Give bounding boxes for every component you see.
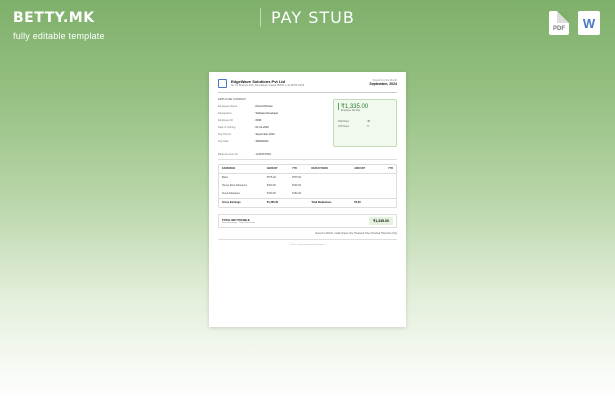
page-title: PAY STUB — [260, 8, 355, 27]
detail-row: Pay Date : 30/09/2024 — [218, 138, 333, 145]
detail-value: : 30/09/2024 — [254, 140, 269, 143]
table-total-row: Gross Earnings ₹1,335.00 Total Deductions ₹… — [219, 198, 396, 207]
table-row: House Rent Allowance ₹200.00 ₹200.00 — [219, 182, 396, 190]
detail-key: Employee Name — [218, 105, 238, 108]
employee-details: Employee Name : Ahmed Rizwan Designation : … — [218, 103, 333, 145]
payslip-preview: EdgeWave Solutions Pvt Ltd No. 12, Busin… — [209, 72, 406, 327]
company-address: No. 12, Business Park, Ahmedabad, Gujara… — [231, 85, 305, 87]
company-logo-icon — [218, 79, 227, 88]
table-cell — [377, 199, 393, 207]
detail-key: Designation — [218, 112, 232, 115]
detail-key: LOP Days — [338, 125, 349, 128]
detail-row: Employee Name : Ahmed Rizwan — [218, 103, 333, 110]
amount-in-words: Amount In Words : Indian Rupee One Thous… — [218, 233, 397, 240]
table-cell — [311, 190, 354, 198]
table-cell — [311, 174, 354, 182]
detail-value: : September 2024 — [254, 133, 275, 136]
company-name: EdgeWave Solutions Pvt Ltd — [231, 79, 286, 84]
table-cell: DEDUCTIONS — [311, 167, 328, 170]
brand-logo: BETTY.MK — [13, 10, 95, 26]
table-row: Basic ₹975.00 ₹975.00 — [219, 174, 396, 182]
detail-row: Designation : Software Developer — [218, 110, 333, 117]
table-row: Fixed Allowance ₹160.00 ₹160.00 — [219, 190, 396, 198]
table-cell: YTD — [388, 167, 393, 170]
detail-value: : 0036 — [254, 119, 262, 122]
payslip-month: Payslip For the Month September, 2024 — [369, 79, 397, 86]
word-file-icon[interactable]: W — [578, 11, 600, 35]
detail-row: Pay Period : September 2024 — [218, 131, 333, 138]
table-cell — [354, 182, 377, 190]
table-cell: ₹975.00 — [291, 176, 302, 179]
detail-row: LOP Days : 0 — [338, 124, 392, 129]
table-cell: Fixed Allowance — [222, 192, 241, 195]
table-cell: ₹160.00 — [266, 192, 276, 195]
detail-key: Pay Period — [218, 133, 231, 136]
table-cell: ₹1,335.00 — [266, 201, 279, 204]
detail-row: Date of Joining : 01-01-2020 — [218, 124, 333, 131]
detail-row: Employee ID : 0036 — [218, 117, 333, 124]
employee-summary: EMPLOYEE SUMMARY Employee Name : Ahmed Ri… — [218, 98, 397, 147]
detail-value: : 01-01-2020 — [254, 126, 269, 129]
total-net-payable: TOTAL NET PAYABLE Gross Earnings - Total… — [218, 214, 397, 228]
net-pay-label: Employee Net Pay — [341, 110, 361, 112]
word-label: W — [582, 15, 596, 31]
table-cell — [354, 190, 377, 198]
table-cell: House Rent Allowance — [222, 184, 248, 187]
total-sub: Gross Earnings - Total Deductions — [222, 221, 256, 224]
table-cell: AMOUNT — [354, 167, 366, 170]
table-cell: AMOUNT — [266, 167, 278, 170]
net-pay-card: ₹1,335.00 Employee Net Pay Paid Days: 30… — [333, 99, 397, 147]
table-cell: EARNINGS — [222, 167, 236, 170]
table-cell: YTD — [291, 167, 297, 170]
summary-title: EMPLOYEE SUMMARY — [218, 98, 247, 101]
table-cell: ₹975.00 — [266, 176, 276, 179]
detail-value: : Software Developer — [254, 112, 279, 115]
detail-key: Pay Date — [218, 140, 229, 143]
tagline: fully editable template — [13, 31, 105, 41]
table-cell: ₹0.00 — [354, 201, 361, 204]
table-cell — [311, 182, 354, 190]
bank-account-row: Bank Account No : 12345678901 — [218, 153, 397, 160]
detail-value: : Ahmed Rizwan — [254, 105, 273, 108]
earnings-table: EARNINGS AMOUNT YTD DEDUCTIONS AMOUNT YTD Bas… — [218, 164, 397, 208]
table-cell — [377, 174, 393, 182]
table-cell: ₹200.00 — [291, 184, 302, 187]
pdf-file-icon[interactable]: PDF — [549, 11, 569, 35]
table-cell — [377, 182, 393, 190]
pdf-label: PDF — [553, 26, 565, 32]
table-cell: ₹200.00 — [266, 184, 276, 187]
payslip-footer: -- This is a system-generated document. … — [288, 244, 327, 246]
table-cell — [377, 190, 393, 198]
month-value: September, 2024 — [369, 82, 397, 86]
table-cell: ₹160.00 — [291, 192, 302, 195]
bank-account-value: : 12345678901 — [254, 153, 272, 156]
net-pay-amount: ₹1,335.00 — [338, 103, 392, 110]
table-header: EARNINGS AMOUNT YTD DEDUCTIONS AMOUNT YTD — [219, 165, 396, 174]
payslip-header: EdgeWave Solutions Pvt Ltd No. 12, Busin… — [218, 79, 397, 93]
table-cell — [292, 199, 311, 207]
table-cell: Total Deductions — [311, 201, 332, 204]
detail-key: Employee ID — [218, 119, 233, 122]
detail-value: : 0 — [366, 125, 369, 128]
table-cell: Gross Earnings — [222, 201, 241, 204]
bank-account-label: Bank Account No — [218, 153, 238, 156]
detail-key: Date of Joining — [218, 126, 236, 129]
table-cell — [354, 174, 377, 182]
total-amount: ₹1,335.00 — [369, 217, 393, 225]
table-cell: Basic — [222, 176, 229, 179]
